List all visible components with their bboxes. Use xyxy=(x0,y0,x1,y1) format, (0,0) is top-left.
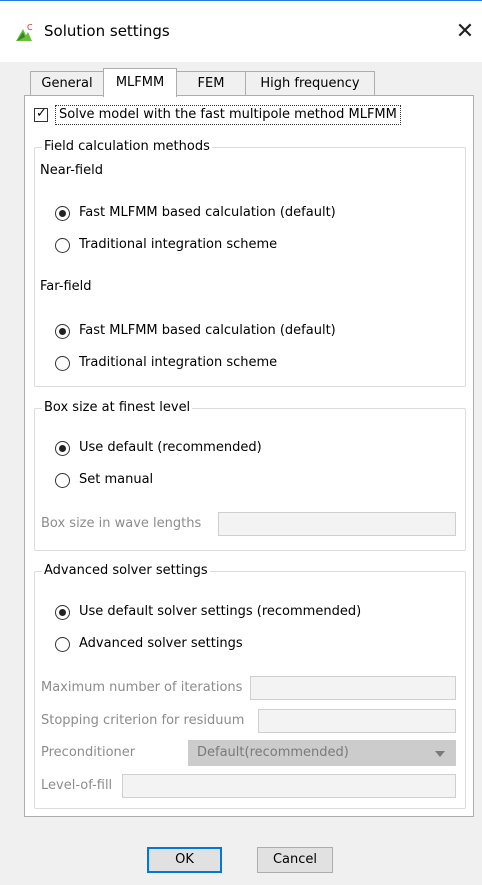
chevron-down-icon xyxy=(435,751,445,757)
tab-strip: General MLFMM FEM High frequency xyxy=(0,68,482,97)
max-iterations-label: Maximum number of iterations xyxy=(41,680,243,695)
box-manual-label[interactable]: Set manual xyxy=(79,471,153,489)
advanced-solver-title: Advanced solver settings xyxy=(42,563,210,579)
stopping-criterion-label: Stopping criterion for residuum xyxy=(41,713,245,728)
near-traditional-radio[interactable] xyxy=(55,238,70,253)
svg-text:C: C xyxy=(27,23,33,32)
tab-general[interactable]: General xyxy=(30,71,104,96)
box-size-group: Box size at finest level Use default (re… xyxy=(34,400,466,551)
box-default-radio[interactable] xyxy=(55,441,70,456)
close-icon[interactable]: ✕ xyxy=(448,15,482,49)
max-iterations-input[interactable] xyxy=(250,676,456,700)
preconditioner-label: Preconditioner xyxy=(41,745,136,760)
cadfeko-icon: C xyxy=(16,23,33,41)
preconditioner-select[interactable]: Default(recommended) xyxy=(188,740,456,766)
level-of-fill-label: Level-of-fill xyxy=(41,778,113,793)
near-fast-mlfmm-radio[interactable] xyxy=(55,206,70,221)
cancel-button[interactable]: Cancel xyxy=(257,847,333,873)
near-field-label: Near-field xyxy=(40,163,103,178)
mlfmm-panel: ✓ Solve model with the fast multipole me… xyxy=(24,95,474,817)
field-calculation-title: Field calculation methods xyxy=(42,139,212,155)
tab-mlfmm[interactable]: MLFMM xyxy=(103,68,177,97)
advanced-custom-radio[interactable] xyxy=(55,637,70,652)
level-of-fill-input[interactable] xyxy=(122,774,456,798)
tab-high-frequency[interactable]: High frequency xyxy=(245,71,375,96)
near-fast-mlfmm-label[interactable]: Fast MLFMM based calculation (default) xyxy=(79,204,336,222)
far-traditional-radio[interactable] xyxy=(55,356,70,371)
advanced-solver-group: Advanced solver settings Use default sol… xyxy=(34,563,466,809)
box-wavelength-input[interactable] xyxy=(218,512,456,536)
ok-button[interactable]: OK xyxy=(147,847,222,873)
solve-mlfmm-checkbox[interactable]: ✓ xyxy=(34,106,48,122)
far-traditional-label[interactable]: Traditional integration scheme xyxy=(79,354,277,372)
box-wavelength-label: Box size in wave lengths xyxy=(41,516,202,531)
advanced-default-label[interactable]: Use default solver settings (recommended… xyxy=(79,603,361,621)
far-fast-mlfmm-label[interactable]: Fast MLFMM based calculation (default) xyxy=(79,322,336,340)
box-size-title: Box size at finest level xyxy=(42,400,193,416)
preconditioner-value: Default(recommended) xyxy=(197,745,349,760)
tab-fem[interactable]: FEM xyxy=(176,71,246,96)
advanced-default-radio[interactable] xyxy=(55,605,70,620)
far-field-label: Far-field xyxy=(40,279,92,294)
near-traditional-label[interactable]: Traditional integration scheme xyxy=(79,236,277,254)
field-calculation-group: Field calculation methods Near-field Fas… xyxy=(34,139,466,387)
advanced-custom-label[interactable]: Advanced solver settings xyxy=(79,635,243,653)
window-title: Solution settings xyxy=(44,22,170,40)
checkmark-icon: ✓ xyxy=(36,106,47,121)
box-default-label[interactable]: Use default (recommended) xyxy=(79,439,262,457)
stopping-criterion-input[interactable] xyxy=(258,709,456,733)
box-manual-radio[interactable] xyxy=(55,473,70,488)
title-bar: C Solution settings ✕ xyxy=(0,0,482,62)
solve-mlfmm-label[interactable]: Solve model with the fast multipole meth… xyxy=(55,105,401,125)
far-fast-mlfmm-radio[interactable] xyxy=(55,324,70,339)
